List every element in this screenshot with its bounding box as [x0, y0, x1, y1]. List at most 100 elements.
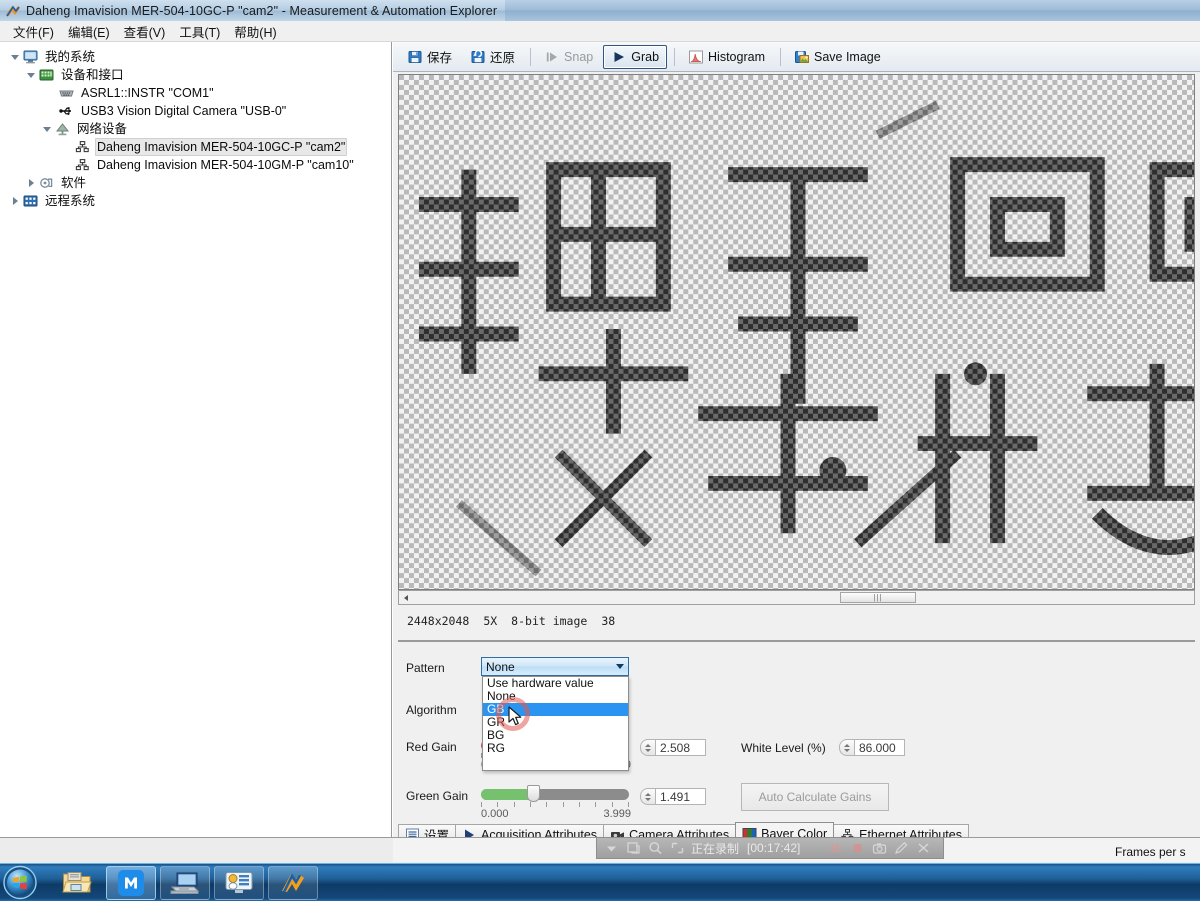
white-level-stepper[interactable]	[839, 739, 854, 756]
kingsoft-icon	[282, 872, 304, 893]
ni-max-icon	[4, 3, 22, 19]
taskbar-explorer[interactable]	[52, 866, 102, 900]
image-horizontal-scrollbar[interactable]: |||	[398, 590, 1195, 605]
chevron-down-icon[interactable]	[612, 664, 628, 669]
tab-acquisition-attributes[interactable]: Acquisition Attributes	[455, 824, 605, 837]
green-gain-slider[interactable]	[481, 789, 629, 800]
algorithm-row: Algorithm	[406, 703, 457, 717]
chevron-down-icon[interactable]	[603, 840, 620, 856]
expander-down-icon[interactable]	[24, 66, 38, 84]
pencil-icon[interactable]	[893, 840, 910, 856]
menu-edit[interactable]: 编辑(E)	[61, 20, 117, 43]
tree-item-devices-and-interfaces[interactable]: 设备和接口	[0, 66, 391, 84]
tree-item-camera-cam10[interactable]: Daheng Imavision MER-504-10GM-P "cam10"	[0, 156, 391, 174]
recording-status-text: 正在录制	[691, 841, 740, 856]
expander-down-icon[interactable]	[8, 48, 22, 66]
crop-icon[interactable]	[669, 840, 686, 856]
settings-list-icon	[405, 828, 420, 837]
configuration-tree: 我的系统 设备和接口 ASRL1::INSTR "COM1" USB3 Visi…	[0, 42, 391, 210]
white-level-row: White Level (%)	[741, 741, 826, 755]
dropdown-option-gr[interactable]: GR	[483, 716, 628, 729]
start-orb[interactable]	[2, 865, 38, 900]
camera-toolbar: 保存 还原 Snap Grab Histogram Save Image	[393, 42, 1200, 72]
tree-label: Daheng Imavision MER-504-10GM-P "cam10"	[97, 158, 354, 172]
tree-item-camera-cam2[interactable]: Daheng Imavision MER-504-10GC-P "cam2"	[0, 138, 391, 156]
red-gain-value[interactable]: 2.508	[655, 739, 706, 756]
tab-settings[interactable]: 设置	[398, 824, 457, 837]
dropdown-option-rg[interactable]: RG	[483, 742, 628, 755]
magnifier-icon[interactable]	[647, 840, 664, 856]
image-display[interactable]	[398, 74, 1195, 590]
green-gain-stepper[interactable]	[640, 788, 655, 805]
windows-taskbar	[0, 863, 1200, 901]
network-camera-icon	[74, 139, 91, 155]
white-level-label: White Level (%)	[741, 741, 826, 755]
green-gain-ticks	[481, 802, 629, 807]
taskbar-computer[interactable]	[160, 865, 210, 900]
tree-item-software[interactable]: 软件	[0, 174, 391, 192]
histogram-button[interactable]: Histogram	[680, 45, 773, 69]
folder-icon	[62, 871, 92, 892]
taskbar-maxthon[interactable]	[106, 865, 156, 900]
green-gain-scale: 0.000 3.999	[481, 808, 631, 820]
histogram-button-label: Histogram	[708, 49, 765, 64]
save-image-button-label: Save Image	[814, 49, 881, 64]
snap-button[interactable]: Snap	[536, 45, 601, 69]
tab-ethernet-attributes[interactable]: Ethernet Attributes	[833, 824, 969, 837]
scrollbar-thumb[interactable]: |||	[840, 592, 916, 603]
taskbar-control-panel[interactable]	[214, 865, 264, 900]
white-level-spinner[interactable]: 86.000	[839, 738, 905, 757]
auto-calculate-gains-label: Auto Calculate Gains	[758, 790, 872, 804]
taskbar-kingsoft[interactable]	[268, 865, 318, 900]
revert-button-label: 还原	[490, 51, 516, 65]
frames-per-second-label: Frames per s	[1115, 845, 1186, 859]
tree-label: Daheng Imavision MER-504-10GC-P "cam2"	[95, 138, 348, 156]
revert-button[interactable]: 还原	[462, 45, 523, 69]
white-level-value[interactable]: 86.000	[854, 739, 905, 756]
tree-item-network-devices[interactable]: 网络设备	[0, 120, 391, 138]
tree-item-asrl1-instr[interactable]: ASRL1::INSTR "COM1"	[0, 84, 391, 102]
tab-bayer-color[interactable]: Bayer Color	[735, 822, 835, 837]
tree-item-usb3-vision-camera[interactable]: USB3 Vision Digital Camera "USB-0"	[0, 102, 391, 120]
red-gain-stepper[interactable]	[640, 739, 655, 756]
save-image-button[interactable]: Save Image	[786, 45, 889, 69]
bayer-color-attributes-panel: Pattern Algorithm Red Gain 0.000	[398, 640, 1195, 837]
network-icon	[54, 121, 71, 137]
grab-button[interactable]: Grab	[603, 44, 668, 69]
green-gain-knob[interactable]	[526, 785, 540, 802]
tree-label: 软件	[61, 176, 87, 190]
auto-calculate-gains-button[interactable]: Auto Calculate Gains	[741, 783, 889, 811]
menu-view[interactable]: 查看(V)	[117, 20, 173, 43]
pattern-combobox[interactable]: None	[481, 657, 629, 676]
expander-down-icon[interactable]	[40, 120, 54, 138]
green-gain-value[interactable]: 1.491	[655, 788, 706, 805]
tab-camera-attributes[interactable]: Camera Attributes	[603, 824, 737, 837]
toolbar-separator	[780, 47, 781, 66]
scroll-left-arrow-icon[interactable]	[399, 591, 412, 604]
screen-recorder-bar[interactable]: 正在录制 [00:17:42]	[596, 837, 944, 859]
pattern-dropdown-list[interactable]: Use hardware value None GB GR BG RG	[482, 676, 629, 771]
dropdown-option-none[interactable]: None	[483, 690, 628, 703]
red-gain-label: Red Gain	[406, 740, 457, 754]
tree-label: 网络设备	[77, 122, 128, 136]
camera-icon[interactable]	[871, 840, 888, 856]
tree-item-my-system[interactable]: 我的系统	[0, 48, 391, 66]
menu-help[interactable]: 帮助(H)	[227, 20, 283, 43]
save-button[interactable]: 保存	[399, 45, 460, 69]
expander-right-icon[interactable]	[8, 192, 22, 210]
expander-right-icon[interactable]	[24, 174, 38, 192]
camera-panel: 保存 还原 Snap Grab Histogram Save Image |||…	[393, 42, 1200, 837]
red-gain-spinner[interactable]: 2.508	[640, 738, 706, 757]
menu-file[interactable]: 文件(F)	[6, 20, 61, 43]
tree-label: 远程系统	[45, 194, 96, 208]
capture-region-icon[interactable]	[625, 840, 642, 856]
tree-item-remote-systems[interactable]: 远程系统	[0, 192, 391, 210]
pause-icon[interactable]	[827, 840, 844, 856]
close-icon[interactable]	[915, 840, 932, 856]
menu-tools[interactable]: 工具(T)	[172, 20, 227, 43]
save-button-label: 保存	[427, 51, 453, 65]
stop-icon[interactable]	[849, 840, 866, 856]
play-triangle-icon	[462, 828, 477, 837]
green-gain-spinner[interactable]: 1.491	[640, 787, 706, 806]
tree-label: 我的系统	[45, 50, 96, 64]
